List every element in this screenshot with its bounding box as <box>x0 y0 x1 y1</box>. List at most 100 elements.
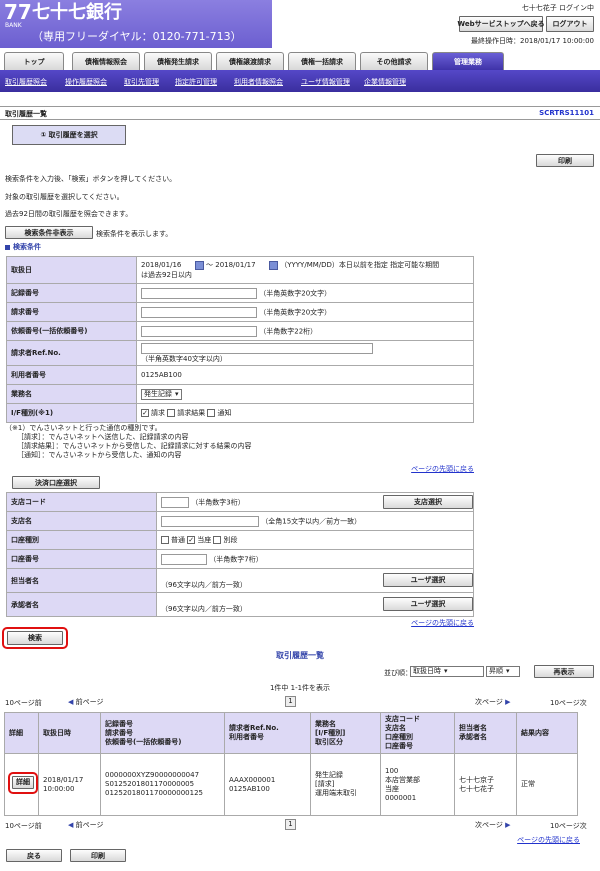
next-label: 次ページ <box>475 698 503 706</box>
sort-field-select[interactable]: 取扱日時 <box>410 666 484 677</box>
prev-page-link[interactable]: ◀ 前ページ <box>68 697 104 707</box>
next-page-link[interactable]: 次ページ ▶ <box>475 697 511 707</box>
tab-other-requests[interactable]: その他請求 <box>360 52 428 70</box>
staff-hint: （96文字以内／前方一致） <box>161 580 247 589</box>
if-type-label: I/F種別(※1) <box>6 403 137 423</box>
type-current-checkbox[interactable]: ✓ <box>187 536 196 544</box>
heading-square-icon <box>5 244 10 250</box>
branch-code-hint: （半角数字3桁） <box>191 498 245 506</box>
request-no-hint: （半角英数字20文字） <box>259 308 332 316</box>
instruction-3: 過去92日間の取引履歴を照会できます。 <box>5 210 133 218</box>
print-button-top[interactable]: 印刷 <box>536 154 594 167</box>
branch-name-hint: （全角15文字以内／前方一致） <box>261 517 362 525</box>
result-count: 1件中 1-1件を表示 <box>269 684 331 692</box>
type-ordinary-label: 普通 <box>171 536 185 544</box>
branch-select-button[interactable]: 支店選択 <box>383 495 473 509</box>
tab-bond-transfer[interactable]: 債権譲渡請求 <box>216 52 284 70</box>
subnav-user-management[interactable]: ユーザ情報管理 <box>301 77 350 87</box>
subnav-operation-history[interactable]: 操作履歴照会 <box>65 77 107 87</box>
approver-hint: （96文字以内／前方一致） <box>161 604 247 613</box>
date-note-2: は過去92日以内 <box>141 271 192 279</box>
prev10-label: 10ページ前 <box>5 699 42 707</box>
branch-name-label: 支店名 <box>6 511 157 531</box>
login-status: 七十七花子 ログイン中 <box>521 4 594 12</box>
search-heading-text: 検索条件 <box>13 243 41 251</box>
branch-code-input[interactable] <box>161 496 189 508</box>
page-top-link-1[interactable]: ページの先頭に戻る <box>411 464 474 474</box>
row-persons: 七十七京子 七十七花子 <box>454 753 517 816</box>
if-notice-checkbox[interactable] <box>207 409 216 417</box>
page-top-link-3[interactable]: ページの先頭に戻る <box>517 835 580 845</box>
prev-page-link-bottom[interactable]: ◀ 前ページ <box>68 820 104 830</box>
account-select-button[interactable]: 決済口座選択 <box>12 476 100 489</box>
type-ordinary-checkbox[interactable] <box>161 536 169 544</box>
subnav-partner-management[interactable]: 取引先管理 <box>124 77 159 87</box>
row-numbers: 0000000XYZ90000000047 S01252018011700000… <box>100 753 225 816</box>
if-type-notes: （※1）でんさいネットと行った通信の種別です。 ［請求］：でんさいネットへ送信し… <box>5 424 252 460</box>
web-service-top-button[interactable]: Webサービストップへ戻る <box>457 16 545 32</box>
if-result-checkbox[interactable] <box>167 409 176 417</box>
ref-label: 請求者Ref.No. <box>6 340 137 366</box>
approver-label: 承認者名 <box>6 592 157 617</box>
record-no-input[interactable] <box>141 287 257 299</box>
page-number-1[interactable]: 1 <box>285 696 296 707</box>
tab-admin[interactable]: 管理業務 <box>432 52 504 70</box>
detail-button[interactable]: 詳細 <box>12 776 34 789</box>
ref-hint: （半角英数字40文字以内） <box>141 354 227 363</box>
page-title: 取引履歴一覧 <box>5 110 47 118</box>
toggle-search-conditions-button[interactable]: 検索条件非表示 <box>5 226 93 239</box>
batch-no-hint: （半角数字22桁） <box>259 327 318 335</box>
page-top-link-2[interactable]: ページの先頭に戻る <box>411 618 474 628</box>
if-request-checkbox[interactable]: ✓ <box>141 409 149 417</box>
toggle-note: 検索条件を表示します。 <box>96 230 173 238</box>
page-number-1-bottom[interactable]: 1 <box>285 819 296 830</box>
business-select[interactable]: 発生記録 <box>141 388 182 400</box>
staff-user-select-button[interactable]: ユーザ選択 <box>383 573 473 587</box>
redisplay-button[interactable]: 再表示 <box>534 665 594 678</box>
ref-input[interactable] <box>141 342 373 354</box>
prev-arrow-icon: ◀ <box>68 698 74 706</box>
branch-name-input[interactable] <box>161 515 259 527</box>
tab-top[interactable]: トップ <box>4 52 64 70</box>
row-business: 発生記録 [請求] 運用端末取引 <box>310 753 381 816</box>
account-number-hint: （半角数字7桁） <box>209 555 263 563</box>
col-numbers: 記録番号 請求番号 依頼番号(一括依頼番号) <box>100 712 225 754</box>
sort-order-select[interactable]: 昇順 <box>486 666 520 677</box>
subnav-company-management[interactable]: 企業情報管理 <box>364 77 406 87</box>
batch-no-input[interactable] <box>141 325 257 337</box>
date-from-value: 2018/01/16 <box>141 261 182 269</box>
col-business: 業務名 [I/F種別] 取引区分 <box>310 712 381 754</box>
logout-button[interactable]: ログアウト <box>546 16 594 32</box>
subnav-transaction-history[interactable]: 取引履歴照会 <box>5 77 47 87</box>
next10-label-bottom: 10ページ次 <box>550 822 587 830</box>
if-request-label: 請求 <box>151 409 165 417</box>
back-button[interactable]: 戻る <box>6 849 62 862</box>
search-button[interactable]: 検索 <box>7 631 63 645</box>
tab-bond-batch[interactable]: 債権一括請求 <box>288 52 356 70</box>
col-detail: 詳細 <box>4 712 39 754</box>
next-arrow-icon: ▶ <box>505 821 511 829</box>
tab-bond-issue[interactable]: 債権発生請求 <box>144 52 212 70</box>
type-special-label: 別段 <box>223 536 238 544</box>
type-special-checkbox[interactable] <box>213 536 222 544</box>
account-number-input[interactable] <box>161 553 207 565</box>
date-cell: 2018/01/16 〜 2018/01/17 （YYYY/MM/DD）本日以前を指… <box>136 256 474 284</box>
subnav-permission-management[interactable]: 指定許可管理 <box>175 77 217 87</box>
table-row: 詳細 2018/01/17 10:00:00 0000000XYZ9000000… <box>4 753 578 816</box>
calendar-icon[interactable] <box>269 260 279 270</box>
row-branch: 100 本店営業部 当座 0000001 <box>380 753 455 816</box>
date-tilde: 〜 <box>206 261 213 269</box>
approver-user-select-button[interactable]: ユーザ選択 <box>383 597 473 611</box>
calendar-icon[interactable] <box>195 260 204 270</box>
user-no-label: 利用者番号 <box>6 365 137 385</box>
account-form: 支店コード （半角数字3桁） 支店選択 支店名 （全角15文字以内／前方一致） … <box>6 492 474 617</box>
subnav-user-info[interactable]: 利用者情報照会 <box>234 77 283 87</box>
print-button-bottom[interactable]: 印刷 <box>70 849 126 862</box>
next-arrow-icon: ▶ <box>505 698 511 706</box>
tab-bond-info[interactable]: 債権情報照会 <box>72 52 140 70</box>
next-page-link-bottom[interactable]: 次ページ ▶ <box>475 820 511 830</box>
request-no-input[interactable] <box>141 306 257 318</box>
col-branch: 支店コード 支店名 口座種別 口座番号 <box>380 712 455 754</box>
free-dial: （専用フリーダイヤル：0120-771-713） <box>32 30 242 43</box>
col-datetime: 取扱日時 <box>38 712 101 754</box>
